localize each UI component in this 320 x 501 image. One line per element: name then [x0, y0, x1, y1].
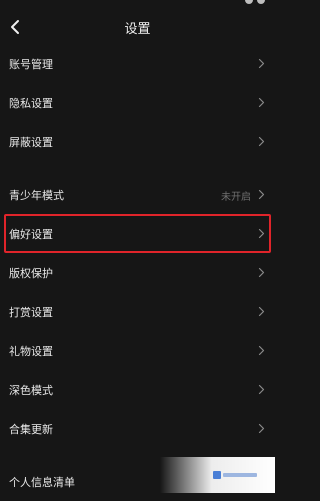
menu-item-dark-mode[interactable]: 深色模式 [0, 370, 275, 409]
chevron-right-icon [258, 423, 265, 434]
menu-item-teen-mode[interactable]: 青少年模式 未开启 [0, 175, 275, 214]
chevron-right-icon [258, 345, 265, 356]
menu-item-label: 偏好设置 [9, 228, 53, 241]
settings-menu: 账号管理 隐私设置 屏蔽设置 青少年模式 未开启 偏好设置 版权保护 打赏设置 … [0, 44, 275, 501]
watermark-logo-icon [213, 471, 257, 479]
menu-item-collection-update[interactable]: 合集更新 [0, 409, 275, 448]
chevron-right-icon [258, 306, 265, 317]
chevron-right-icon [258, 228, 265, 239]
battery-icon [257, 0, 265, 4]
chevron-right-icon [258, 384, 265, 395]
menu-item-label: 礼物设置 [9, 345, 53, 358]
menu-item-label: 个人信息清单 [9, 476, 75, 489]
menu-item-privacy[interactable]: 隐私设置 [0, 83, 275, 122]
menu-item-block[interactable]: 屏蔽设置 [0, 122, 275, 161]
chevron-right-icon [258, 136, 265, 147]
menu-item-label: 合集更新 [9, 423, 53, 436]
chevron-right-icon [258, 58, 265, 69]
menu-item-copyright[interactable]: 版权保护 [0, 253, 275, 292]
menu-item-preferences[interactable]: 偏好设置 [0, 214, 275, 253]
page-title: 设置 [124, 22, 151, 37]
menu-item-label: 版权保护 [9, 267, 53, 280]
menu-item-account[interactable]: 账号管理 [0, 44, 275, 83]
header: 设置 [0, 12, 275, 44]
status-bar [0, 0, 275, 10]
menu-item-gifts[interactable]: 礼物设置 [0, 331, 275, 370]
watermark [160, 457, 275, 493]
chevron-right-icon [258, 97, 265, 108]
menu-item-label: 隐私设置 [9, 97, 53, 110]
chevron-right-icon [258, 267, 265, 278]
menu-item-label: 账号管理 [9, 58, 53, 71]
menu-item-label: 青少年模式 [9, 189, 64, 202]
menu-item-label: 深色模式 [9, 384, 53, 397]
menu-item-tipping[interactable]: 打赏设置 [0, 292, 275, 331]
menu-item-label: 屏蔽设置 [9, 136, 53, 149]
status-icons [245, 0, 265, 4]
menu-item-label: 打赏设置 [9, 306, 53, 319]
chevron-right-icon [258, 189, 265, 200]
signal-icon [245, 0, 253, 4]
menu-item-value: 未开启 [221, 192, 251, 203]
